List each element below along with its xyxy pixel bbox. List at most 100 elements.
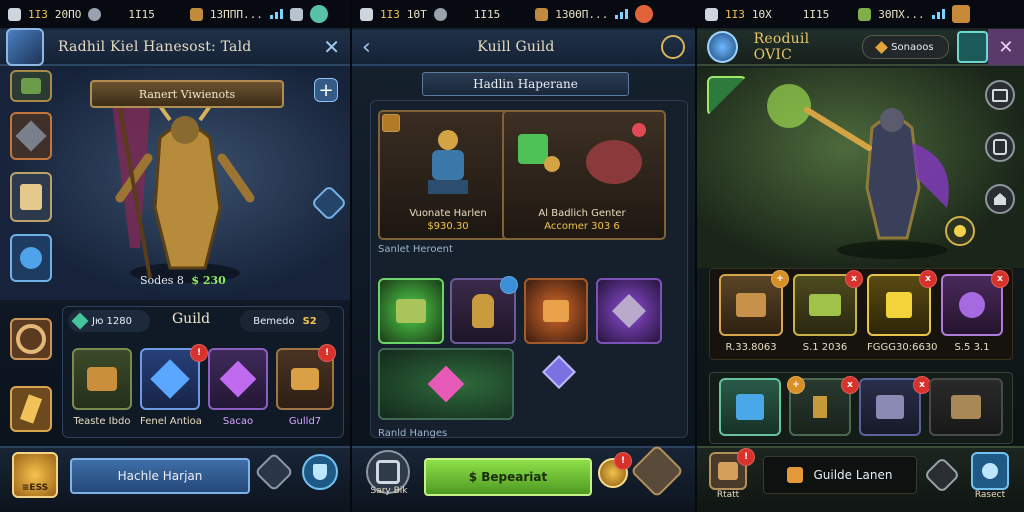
status-text: 1ΙЗ: [28, 7, 48, 21]
add-button[interactable]: +: [314, 78, 338, 102]
status-text: ЗΘΠΧ...: [878, 7, 925, 21]
plus-badge: +: [787, 376, 805, 394]
item-slot[interactable]: [524, 278, 588, 344]
search-icon[interactable]: [661, 35, 685, 59]
profile-label: Sary Bik: [370, 486, 408, 496]
top-bar: ‹ Kuill Guild: [352, 30, 695, 66]
badge-icon: [376, 460, 400, 484]
side-item-button[interactable]: [10, 234, 52, 282]
signal-icon: [269, 9, 283, 19]
page-title: Reoduil OVIC: [753, 31, 810, 63]
status-text: 20ΠΟ: [54, 7, 82, 21]
guild-hero-screen: 1ΙЗ 20ΠΟ 1Ι15 13ΠΠΠ... Radhil Kiel Hanes…: [0, 0, 352, 512]
home-button[interactable]: ≡ESS: [12, 452, 58, 498]
compass-icon: [954, 225, 966, 237]
crate-icon: [809, 294, 841, 316]
section-label: Sanlet Heroent: [378, 244, 453, 255]
hero-banner: Ranert Viwienots: [90, 80, 284, 108]
inventory-slot[interactable]: [859, 378, 921, 436]
guild-emblem[interactable]: [707, 31, 738, 63]
section-label: Ranld Hanges: [378, 428, 448, 439]
alert-badge: x: [841, 376, 859, 394]
gem-shop-button[interactable]: [957, 31, 988, 63]
crate-icon: [396, 299, 426, 323]
side-item-button[interactable]: [10, 318, 52, 360]
guild-action-label: Guilde Lanen: [813, 468, 893, 482]
hero-stats: Sodes 8 $ 230: [140, 274, 226, 287]
side-item-button[interactable]: [10, 172, 52, 222]
lock-icon: [993, 139, 1007, 155]
photo-icon: [705, 7, 718, 21]
card-value: $930.30: [427, 221, 469, 232]
primary-action-label: Hachle Harjan: [117, 469, 203, 483]
alert-badge: !: [614, 452, 632, 470]
home-button[interactable]: [985, 184, 1015, 214]
alert-badge: x: [919, 270, 937, 288]
chest-icon: [951, 395, 981, 419]
status-bar: 1ΙЗ 1ΘΤ 1Ι15 1ЗΘΘΠ...: [352, 0, 695, 28]
side-item-button[interactable]: [10, 386, 52, 432]
page-title: Kuill Guild: [477, 39, 555, 55]
emblem-icon[interactable]: [951, 5, 970, 23]
side-item-button[interactable]: [10, 112, 52, 160]
status-text: 1ΘΤ: [406, 7, 427, 21]
card-value: Accomer 303 6: [544, 221, 620, 232]
reward-label: S.5 3.1: [954, 342, 990, 353]
purchase-button[interactable]: $ Bepeariat: [424, 458, 592, 496]
close-icon[interactable]: ✕: [987, 29, 1024, 65]
corner-badge: [382, 114, 400, 132]
home-icon: [994, 193, 1006, 205]
inventory-slot[interactable]: [719, 378, 781, 436]
shield-icon: [433, 7, 447, 21]
item-slot[interactable]: [208, 348, 268, 410]
photo-icon: [360, 7, 373, 21]
amethyst-icon: [219, 360, 257, 398]
status-time: 1Ι15: [473, 7, 501, 21]
item-slot[interactable]: [542, 350, 576, 394]
rune-icon: [20, 247, 42, 269]
shield-icon: [88, 7, 102, 21]
emblem-icon[interactable]: [309, 5, 328, 23]
scroll-icon: [21, 78, 41, 94]
signal-icon: [615, 9, 629, 19]
avatar[interactable]: [6, 28, 44, 66]
camera-button[interactable]: [985, 80, 1015, 110]
item-slot[interactable]: [596, 278, 662, 344]
shield-icon: [612, 294, 646, 328]
shield-button[interactable]: [302, 454, 338, 490]
alert-badge: !: [318, 344, 336, 362]
document-icon: [20, 184, 42, 210]
status-time: 1Ι15: [802, 7, 830, 21]
compass-button[interactable]: [945, 216, 975, 246]
side-item-button[interactable]: [10, 70, 52, 102]
rank-label: Bemedo: [253, 315, 295, 327]
chest-icon: [189, 7, 203, 21]
status-bar: 1ΙЗ 1ΘΧ 1Ι15 ЗΘΠΧ...: [697, 0, 1024, 28]
chest-icon: [87, 367, 117, 391]
guild-shop-screen: 1ΙЗ 1ΘΤ 1Ι15 1ЗΘΘΠ... ‹ Kuill Guild Hadl…: [352, 0, 697, 512]
rank-pill: Bemedo S2: [240, 310, 330, 332]
item-slot[interactable]: [72, 348, 132, 410]
featured-slot[interactable]: [378, 348, 514, 420]
reward-label: R.33.8063: [725, 342, 777, 353]
gem-icon: [542, 355, 576, 389]
inventory-slot[interactable]: [929, 378, 1003, 436]
lock-button[interactable]: [985, 132, 1015, 162]
rescue-label: Rasect: [974, 490, 1006, 500]
rescue-button[interactable]: [971, 452, 1009, 490]
emblem-icon[interactable]: [635, 5, 654, 23]
currency-value: Sonaoos: [891, 41, 934, 53]
status-bar: 1ΙЗ 20ΠΟ 1Ι15 13ΠΠΠ...: [0, 0, 350, 28]
guild-action-button[interactable]: Guilde Lanen: [763, 456, 917, 494]
item-label: Sacao: [222, 416, 254, 427]
coin-icon: [875, 40, 889, 54]
back-icon[interactable]: ‹: [362, 35, 371, 60]
item-slot[interactable]: [378, 278, 444, 344]
gem-icon: [71, 312, 89, 330]
hero-artwork: [697, 68, 1024, 268]
crystal-icon: [150, 359, 190, 399]
hero-figure: [767, 84, 949, 259]
battery-icon: [289, 7, 303, 21]
close-icon[interactable]: ✕: [323, 35, 340, 59]
primary-action-button[interactable]: Hachle Harjan: [70, 458, 250, 494]
